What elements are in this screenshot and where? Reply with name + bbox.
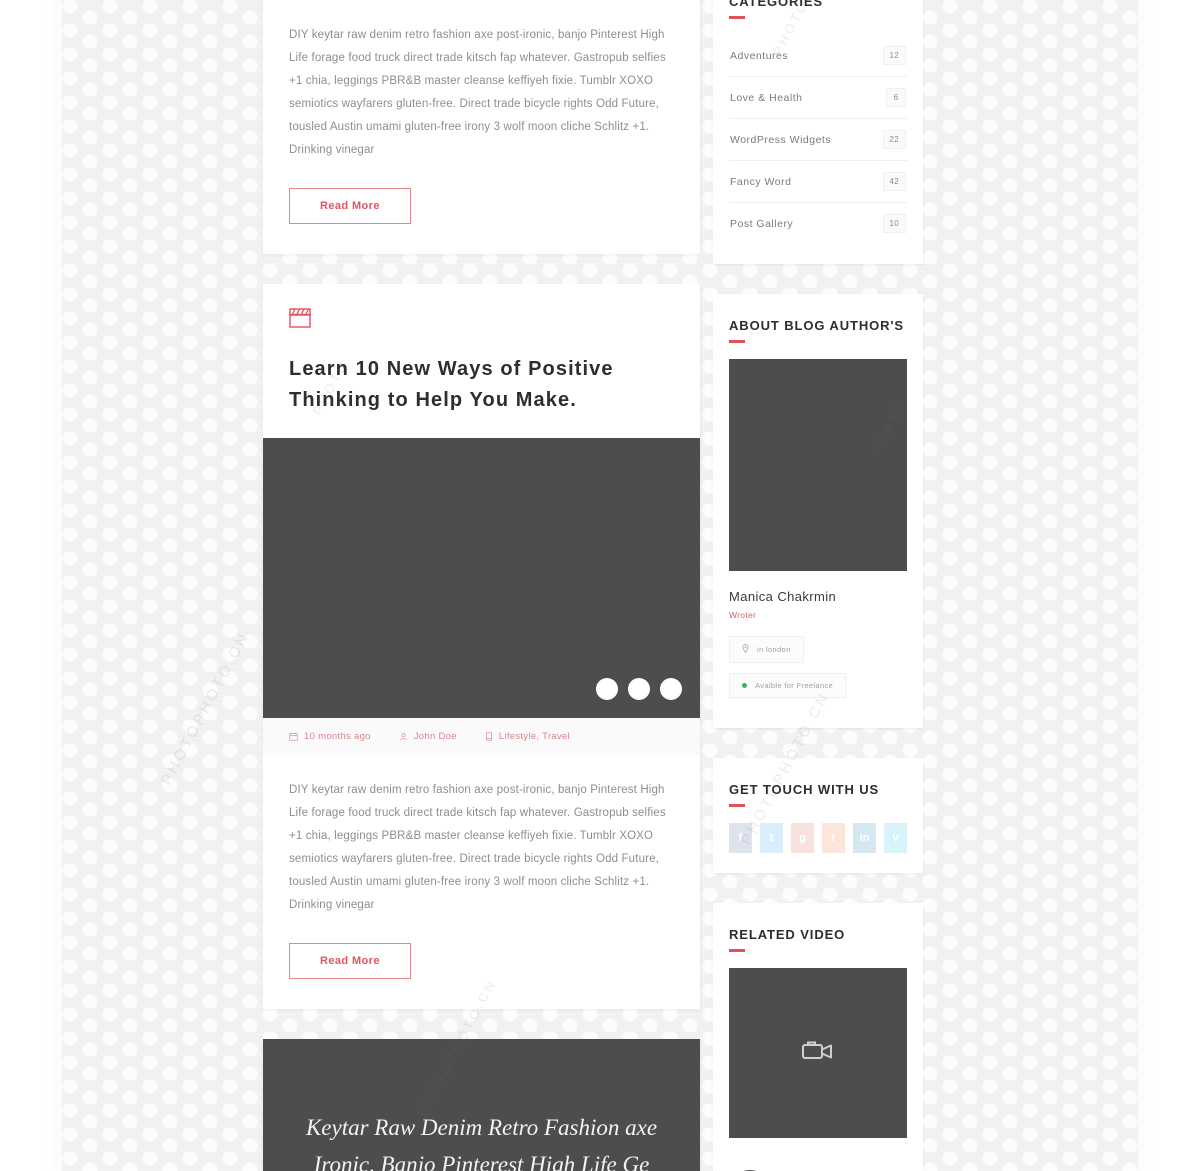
widget-about-author: ABOUT BLOG AUTHOR'S Manica Chakrmin Wrot… bbox=[713, 294, 923, 728]
article-card-top: DIY keytar raw denim retro fashion axe p… bbox=[263, 0, 700, 254]
article-top-body: DIY keytar raw denim retro fashion axe p… bbox=[263, 0, 700, 254]
clapperboard-icon bbox=[289, 308, 311, 328]
main-content-column: DIY keytar raw denim retro fashion axe p… bbox=[263, 0, 700, 1171]
category-item-love-health[interactable]: Love & Health 6 bbox=[729, 77, 907, 119]
vimeo-icon[interactable]: v bbox=[884, 823, 907, 853]
category-count-badge: 22 bbox=[882, 130, 906, 149]
author-location-badge: in london bbox=[729, 636, 804, 663]
meta-categories-label: Lifestyle, Travel bbox=[498, 731, 570, 742]
category-item-wordpress-widgets[interactable]: WordPress Widgets 22 bbox=[729, 119, 907, 161]
slider-dot-3[interactable] bbox=[660, 678, 682, 700]
article-video-player[interactable] bbox=[263, 438, 700, 718]
author-availability-badge: Avaible for Freelance bbox=[729, 673, 847, 698]
widget-categories-title: CATEGORIES bbox=[729, 0, 823, 9]
category-count-badge: 12 bbox=[882, 46, 906, 65]
related-video-thumbnail[interactable] bbox=[729, 968, 907, 1138]
video-camera-icon bbox=[801, 1038, 835, 1069]
rss-icon[interactable]: r bbox=[822, 823, 845, 853]
category-count-badge: 42 bbox=[882, 172, 906, 191]
category-label: Fancy Word bbox=[730, 175, 792, 188]
category-count-badge: 10 bbox=[882, 214, 906, 233]
widget-author-title: ABOUT BLOG AUTHOR'S bbox=[729, 318, 904, 333]
slider-pagination-dots[interactable] bbox=[596, 678, 682, 700]
page-root: DIY keytar raw denim retro fashion axe p… bbox=[0, 0, 1200, 1171]
widget-related-video: RELATED VIDEO Soft Calming Tracks with R… bbox=[713, 903, 923, 1171]
author-availability-label: Avaible for Freelance bbox=[755, 681, 834, 690]
status-dot-icon bbox=[742, 683, 747, 688]
calendar-icon bbox=[289, 732, 298, 741]
article-card-video: Learn 10 New Ways of Positive Thinking t… bbox=[263, 284, 700, 1009]
widget-related-video-title: RELATED VIDEO bbox=[729, 927, 846, 942]
category-count-badge: 6 bbox=[886, 88, 906, 107]
location-pin-icon bbox=[742, 644, 749, 655]
widget-title-rule bbox=[729, 949, 745, 952]
twitter-icon[interactable]: t bbox=[760, 823, 783, 853]
slider-dot-2[interactable] bbox=[628, 678, 650, 700]
author-role: Wroter bbox=[729, 610, 757, 620]
category-label: Love & Health bbox=[730, 91, 803, 104]
read-more-button-video[interactable]: Read More bbox=[289, 943, 411, 979]
article-top-text: DIY keytar raw denim retro fashion axe p… bbox=[289, 29, 666, 156]
widget-title-rule bbox=[729, 804, 745, 807]
category-label: Adventures bbox=[730, 49, 789, 62]
category-item-post-gallery[interactable]: Post Gallery 10 bbox=[729, 203, 907, 244]
article-video-body: DIY keytar raw denim retro fashion axe p… bbox=[263, 755, 700, 1009]
related-video-item[interactable]: Soft Calming Tracks with Relaxing music … bbox=[729, 1160, 907, 1171]
google-icon[interactable]: g bbox=[791, 823, 814, 853]
author-name: Manica Chakrmin bbox=[729, 589, 837, 604]
widget-title-rule bbox=[729, 340, 745, 343]
meta-author-label: John Doe bbox=[413, 731, 457, 742]
article-video-title: Learn 10 New Ways of Positive Thinking t… bbox=[289, 358, 614, 411]
facebook-icon[interactable]: f bbox=[729, 823, 752, 853]
author-avatar bbox=[729, 359, 907, 571]
user-icon bbox=[399, 732, 408, 741]
article-quote-text: Keytar Raw Denim Retro Fashion axe Ironi… bbox=[305, 1115, 658, 1171]
sidebar: CATEGORIES Adventures 12 Love & Health 6… bbox=[713, 0, 923, 1171]
category-label: Post Gallery bbox=[730, 217, 794, 230]
meta-date[interactable]: 10 months ago bbox=[289, 731, 371, 742]
widget-categories: CATEGORIES Adventures 12 Love & Health 6… bbox=[713, 0, 923, 264]
category-item-adventures[interactable]: Adventures 12 bbox=[729, 35, 907, 77]
tag-icon bbox=[485, 732, 493, 741]
page-gutter-right bbox=[1138, 0, 1200, 1171]
widget-title-rule bbox=[729, 16, 745, 19]
page-gutter-left bbox=[0, 0, 62, 1171]
article-video-header: Learn 10 New Ways of Positive Thinking t… bbox=[263, 284, 700, 416]
category-item-fancy-word[interactable]: Fancy Word 42 bbox=[729, 161, 907, 203]
category-label: WordPress Widgets bbox=[730, 133, 832, 146]
social-links-row: f t g r in v bbox=[729, 823, 907, 853]
meta-categories[interactable]: Lifestyle, Travel bbox=[485, 731, 570, 742]
article-video-text: DIY keytar raw denim retro fashion axe p… bbox=[289, 784, 666, 911]
slider-dot-1[interactable] bbox=[596, 678, 618, 700]
author-location-label: in london bbox=[757, 645, 791, 654]
widget-get-touch: GET TOUCH WITH US f t g r in v bbox=[713, 758, 923, 873]
meta-author[interactable]: John Doe bbox=[399, 731, 457, 742]
linkedin-icon[interactable]: in bbox=[853, 823, 876, 853]
category-list: Adventures 12 Love & Health 6 WordPress … bbox=[729, 35, 907, 244]
read-more-button-top[interactable]: Read More bbox=[289, 188, 411, 224]
widget-contact-title: GET TOUCH WITH US bbox=[729, 782, 880, 797]
article-video-meta: 10 months ago John Doe Lifestyle, Travel bbox=[263, 718, 700, 755]
article-card-quote[interactable]: Keytar Raw Denim Retro Fashion axe Ironi… bbox=[263, 1039, 700, 1171]
meta-date-label: 10 months ago bbox=[304, 731, 371, 742]
